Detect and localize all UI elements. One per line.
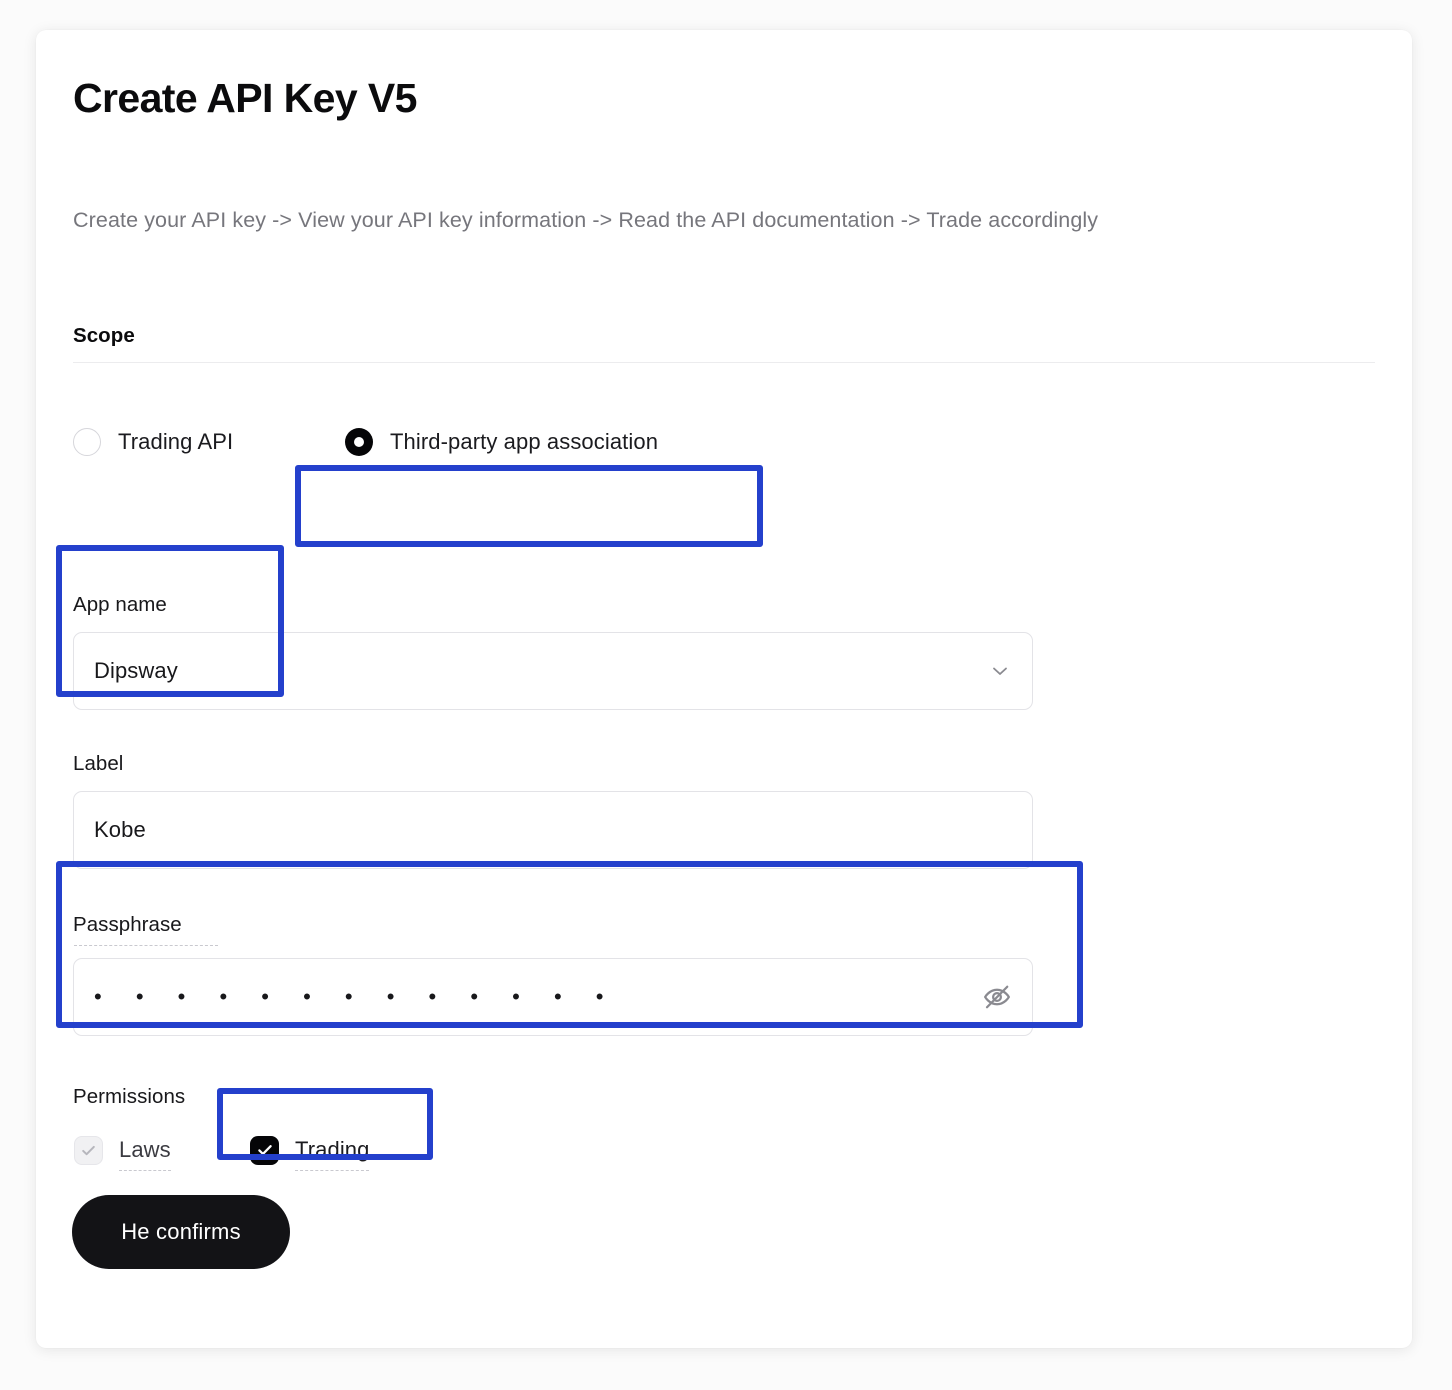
label-field-input[interactable]: Kobe — [73, 791, 1033, 869]
scope-option-third-party-label: Third-party app association — [390, 429, 659, 454]
create-api-key-card: Create API Key V5 Create your API key ->… — [36, 30, 1412, 1348]
app-name-label: App name — [73, 593, 167, 616]
app-name-value: Dipsway — [94, 658, 178, 683]
card-content: Create API Key V5 Create your API key ->… — [73, 74, 1412, 1348]
scope-section-label: Scope — [73, 324, 135, 347]
label-field-label: Label — [73, 752, 124, 775]
scope-option-trading-api[interactable]: Trading API — [73, 421, 233, 463]
confirm-button[interactable]: He confirms — [72, 1195, 290, 1269]
permission-laws-underline — [119, 1170, 171, 1171]
radio-selected-icon — [345, 428, 373, 456]
page-root: Create API Key V5 Create your API key ->… — [0, 0, 1452, 1390]
permission-trading-underline — [295, 1170, 370, 1171]
scope-option-trading-api-label: Trading API — [118, 429, 234, 454]
permission-option-laws: Laws — [74, 1130, 171, 1171]
scope-option-third-party[interactable]: Third-party app association — [345, 421, 658, 463]
header-divider — [73, 362, 1375, 363]
passphrase-label-underline — [74, 945, 218, 946]
label-field-value: Kobe — [94, 817, 146, 842]
passphrase-label: Passphrase — [73, 913, 182, 936]
radio-unselected-icon — [73, 428, 101, 456]
checkbox-checked-disabled-icon — [74, 1135, 103, 1165]
permission-trading-text: Trading — [295, 1137, 370, 1162]
eye-off-icon[interactable] — [982, 982, 1032, 1012]
permission-laws-text: Laws — [119, 1137, 171, 1162]
passphrase-input[interactable]: • • • • • • • • • • • • • — [73, 958, 1033, 1036]
chevron-down-icon[interactable] — [988, 659, 1032, 683]
page-subtitle: Create your API key -> View your API key… — [73, 208, 1099, 232]
permission-option-laws-label: Laws — [119, 1137, 171, 1171]
permission-option-trading[interactable]: Trading — [250, 1130, 370, 1171]
page-title: Create API Key V5 — [73, 75, 417, 121]
permissions-label: Permissions — [73, 1085, 186, 1108]
passphrase-masked-value: • • • • • • • • • • • • • — [94, 984, 618, 1009]
permission-option-trading-label: Trading — [295, 1137, 370, 1171]
app-name-select[interactable]: Dipsway — [73, 632, 1033, 710]
checkbox-checked-icon[interactable] — [250, 1135, 279, 1165]
